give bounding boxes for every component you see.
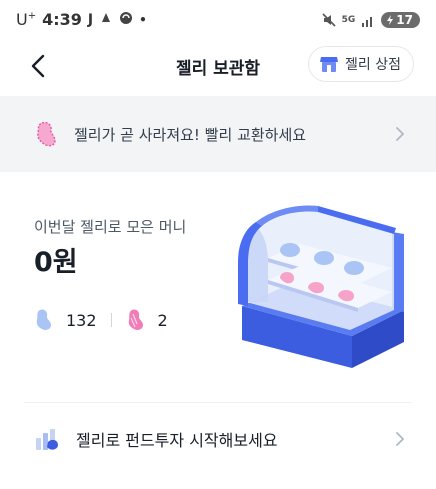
chevron-right-icon (396, 127, 404, 141)
status-bar-right: 5G 17 (322, 12, 420, 28)
fund-invest-row[interactable]: 젤리로 펀드투자 시작해보세요 (0, 412, 436, 466)
expiring-jelly-banner[interactable]: 젤리가 곧 사라져요! 빨리 교환하세요 (0, 96, 436, 172)
pink-jelly-count-value: 2 (157, 310, 168, 330)
jelly-store-button[interactable]: 젤리 상점 (308, 46, 414, 82)
sync-icon (119, 10, 133, 29)
mute-icon (322, 13, 336, 27)
section-divider (24, 402, 412, 403)
fund-row-label: 젤리로 펀드투자 시작해보세요 (76, 431, 278, 450)
fund-chart-icon (36, 429, 58, 450)
chevron-right-icon (396, 432, 404, 446)
app-j-icon: J (87, 11, 94, 28)
pink-jelly-count: 2 (126, 308, 168, 332)
pink-jelly-icon (37, 121, 56, 147)
blue-jelly-icon (36, 309, 51, 330)
store-icon (320, 57, 339, 72)
jelly-showcase-illustration (238, 205, 404, 368)
carrier-label: U+ (16, 10, 37, 29)
status-bar: U+ 4:39 J • 5G 17 (0, 0, 436, 42)
status-bar-left: U+ 4:39 J • (16, 10, 147, 29)
jelly-counts: 132 2 (34, 308, 168, 332)
monthly-money-value: 0원 (34, 247, 78, 278)
network-label: 5G (341, 15, 356, 25)
signal-icon (361, 14, 375, 27)
notification-icon (99, 10, 113, 29)
battery-level: 17 (396, 13, 413, 27)
count-divider (110, 313, 112, 327)
store-button-label: 젤리 상점 (345, 57, 401, 73)
battery-icon: 17 (381, 12, 420, 28)
blue-jelly-count: 132 (34, 308, 97, 332)
status-time: 4:39 (42, 10, 82, 29)
banner-text: 젤리가 곧 사라져요! 빨리 교환하세요 (74, 125, 307, 144)
status-dot: • (139, 12, 147, 27)
pink-jelly-icon (128, 309, 143, 330)
blue-jelly-count-value: 132 (66, 310, 97, 330)
app-header: 젤리 보관함 젤리 상점 (0, 42, 436, 92)
monthly-money-label: 이번달 젤리로 모은 머니 (34, 218, 187, 236)
